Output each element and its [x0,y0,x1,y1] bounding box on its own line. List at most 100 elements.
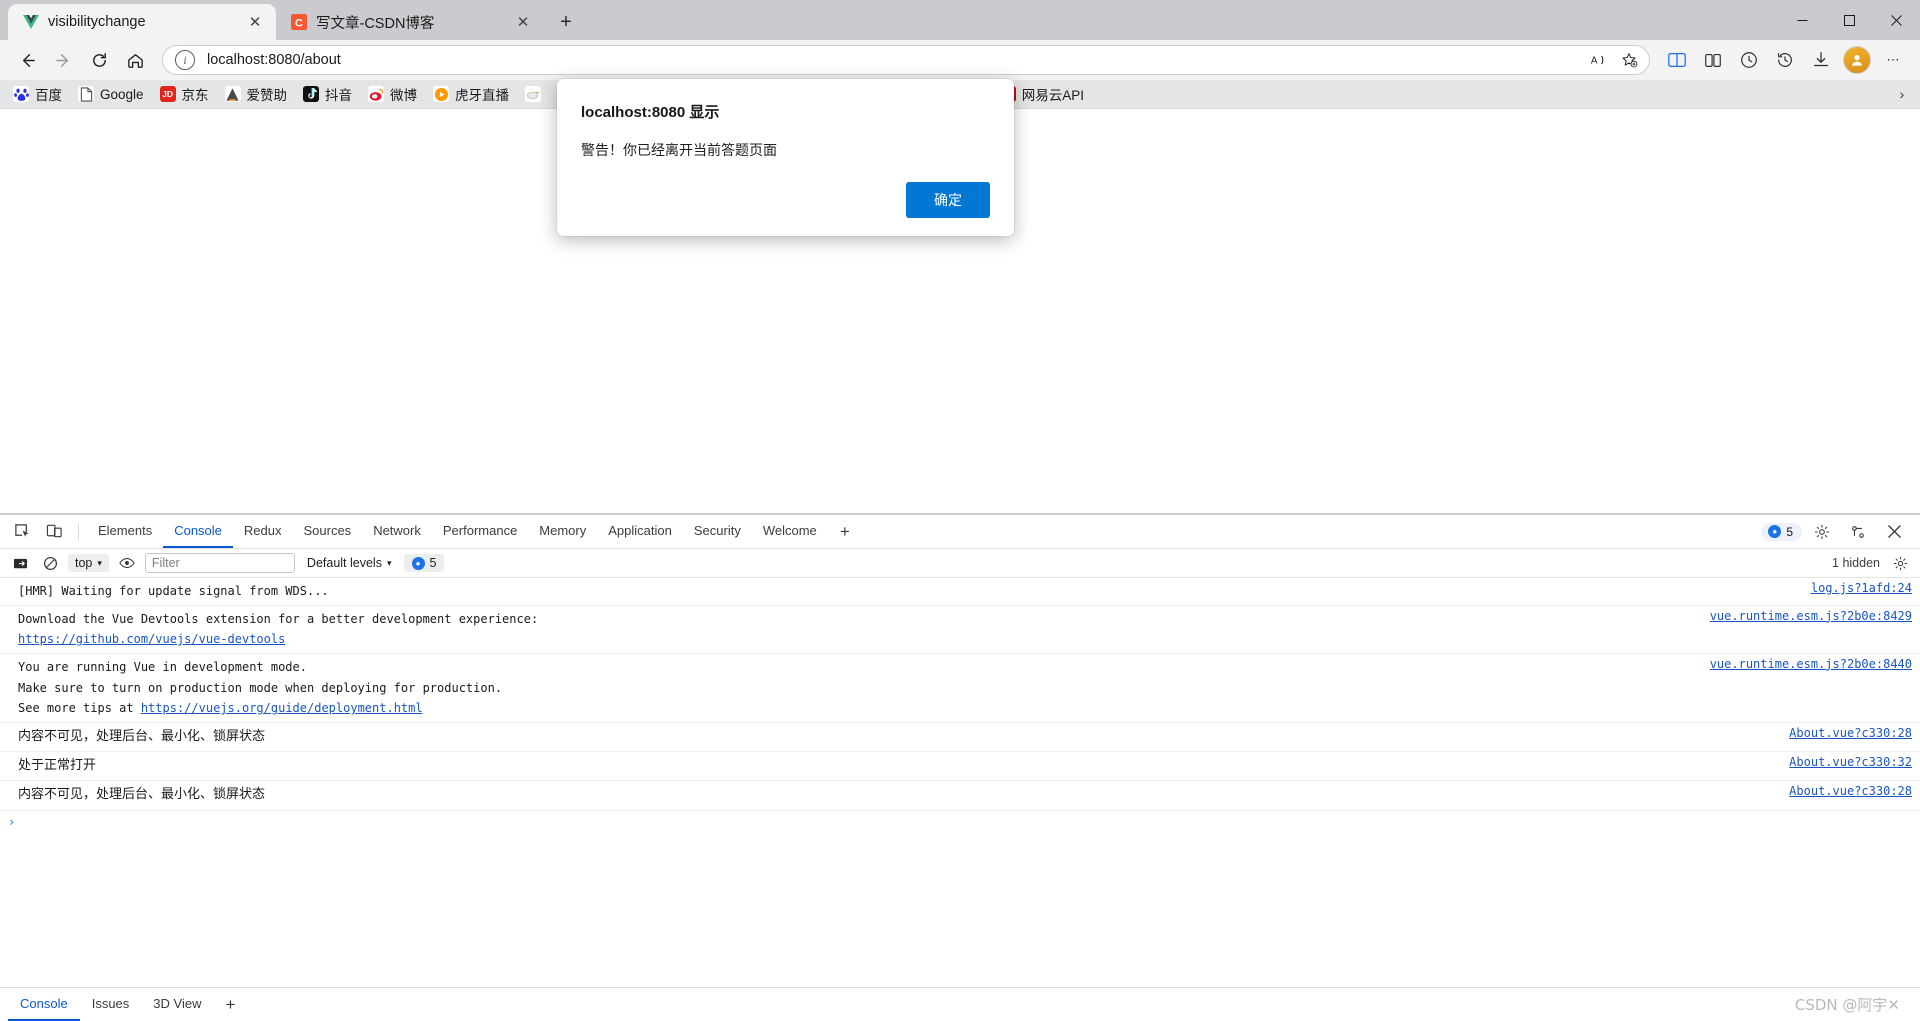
tab-elements[interactable]: Elements [87,515,163,548]
log-levels-selector[interactable]: Default levels ▾ [301,554,398,572]
tab-performance[interactable]: Performance [432,515,528,548]
drawer-tab-issues[interactable]: Issues [80,988,142,1021]
console-prompt[interactable]: › [0,811,1920,833]
browser-tab-csdn[interactable]: C 写文章-CSDN博客 ✕ [276,4,544,40]
home-icon[interactable] [118,44,152,76]
collections-icon[interactable] [1696,44,1730,76]
chevron-right-icon: › [8,814,16,829]
back-icon[interactable] [10,44,44,76]
bookmark-douyin[interactable]: 抖音 [296,81,359,107]
bookmarks-overflow-icon[interactable]: › [1890,82,1914,106]
bookmark-unknown[interactable] [518,83,554,105]
console-log-row[interactable]: You are running Vue in development mode.… [0,654,1920,723]
tab-welcome[interactable]: Welcome [752,515,828,548]
log-source-link[interactable]: About.vue?c330:28 [1789,726,1912,740]
log-message-link[interactable]: https://vuejs.org/guide/deployment.html [141,701,423,715]
console-log-row[interactable]: 内容不可见，处理后台、最小化、锁屏状态 About.vue?c330:28 [0,723,1920,753]
settings-and-more-icon[interactable]: ⋯ [1876,44,1910,76]
tab-application[interactable]: Application [597,515,683,548]
address-bar[interactable]: i localhost:8080/about A [162,45,1650,75]
tab-memory[interactable]: Memory [528,515,597,548]
bookmark-aizanzhu[interactable]: 爱赞助 [218,81,295,107]
page-icon [78,86,94,102]
unknown-icon [525,86,542,102]
log-message-link[interactable]: https://github.com/vuejs/vue-devtools [18,632,285,646]
log-source-link[interactable]: log.js?1afd:24 [1811,581,1912,595]
execution-context-selector[interactable]: top ▾ [68,554,109,572]
tab-redux[interactable]: Redux [233,515,293,548]
console-log-row[interactable]: 内容不可见，处理后台、最小化、锁屏状态 About.vue?c330:28 [0,781,1920,811]
execution-context-value: top [75,556,93,570]
drawer-tab-3d-view[interactable]: 3D View [141,988,213,1021]
huya-icon [433,86,450,102]
add-panel-button[interactable]: + [832,519,858,545]
drawer-add-tab-button[interactable]: + [217,992,243,1018]
inspect-element-icon[interactable] [8,519,36,545]
close-window-button[interactable] [1873,0,1920,40]
address-bar-url: localhost:8080/about [207,52,341,68]
close-icon[interactable]: ✕ [244,11,266,33]
new-tab-button[interactable]: + [550,6,582,38]
chevron-down-icon: ▾ [386,557,392,568]
customize-devtools-icon[interactable] [1844,519,1872,545]
log-source-link[interactable]: About.vue?c330:28 [1789,784,1912,798]
console-filter-input[interactable] [144,553,295,573]
log-message: You are running Vue in development mode.… [18,657,1696,719]
minimize-button[interactable] [1779,0,1826,40]
profile-avatar[interactable] [1840,44,1874,76]
console-message-badge[interactable]: ● 5 [403,554,445,572]
live-expression-icon[interactable] [115,552,139,574]
forward-icon[interactable] [46,44,80,76]
csdn-icon: C [290,14,307,31]
add-favorite-icon[interactable] [1615,47,1643,73]
downloads-icon[interactable] [1804,44,1838,76]
devtools-drawer: Console Issues 3D View + CSDN @阿宇✕ [0,987,1920,1021]
douyin-icon [303,86,320,102]
aizanzhu-icon [224,86,241,102]
tab-sources[interactable]: Sources [292,515,362,548]
bookmark-baidu[interactable]: 百度 [6,81,69,107]
read-aloud-icon[interactable]: A [1585,47,1613,73]
tab-security[interactable]: Security [683,515,752,548]
page-viewport: localhost:8080 显示 警告！你已经离开当前答题页面 确定 Elem… [0,79,1920,1021]
log-source-link[interactable]: vue.runtime.esm.js?2b0e:8440 [1710,657,1912,671]
bookmark-huya[interactable]: 虎牙直播 [426,81,516,107]
console-sidebar-icon[interactable] [8,552,32,574]
dialog-ok-button[interactable]: 确定 [906,182,990,218]
tab-network[interactable]: Network [362,515,432,548]
clear-console-icon[interactable] [38,552,62,574]
bookmark-google[interactable]: Google [71,83,151,105]
javascript-alert-dialog: localhost:8080 显示 警告！你已经离开当前答题页面 确定 [557,79,1014,236]
log-source-link[interactable]: About.vue?c330:32 [1789,755,1912,769]
console-settings-icon[interactable] [1888,552,1912,574]
devtools-settings-icon[interactable] [1808,519,1836,545]
close-devtools-icon[interactable] [1880,519,1908,545]
drawer-tab-console[interactable]: Console [8,988,80,1021]
console-log-row[interactable]: 处于正常打开 About.vue?c330:32 [0,752,1920,782]
web-page-content: localhost:8080 显示 警告！你已经离开当前答题页面 确定 [0,79,1920,514]
site-info-icon[interactable]: i [175,50,195,70]
bookmark-label: 百度 [35,88,62,103]
tab-strip: visibilitychange ✕ C 写文章-CSDN博客 ✕ + [0,0,1920,40]
message-count-badge[interactable]: ● 5 [1761,522,1802,541]
device-toolbar-icon[interactable] [40,519,68,545]
console-log-row[interactable]: [HMR] Waiting for update signal from WDS… [0,578,1920,606]
log-source-link[interactable]: vue.runtime.esm.js?2b0e:8429 [1710,609,1912,623]
reload-icon[interactable] [82,44,116,76]
tab-console[interactable]: Console [163,515,233,548]
split-screen-icon[interactable] [1660,44,1694,76]
console-message-list[interactable]: [HMR] Waiting for update signal from WDS… [0,578,1920,987]
weibo-icon [368,86,385,102]
console-log-row[interactable]: Download the Vue Devtools extension for … [0,606,1920,654]
close-icon[interactable]: ✕ [512,11,534,33]
log-message: 处于正常打开 [18,758,97,774]
bookmark-weibo[interactable]: 微博 [361,81,424,107]
address-bar-actions: A [1585,47,1643,73]
browser-tab-visibilitychange[interactable]: visibilitychange ✕ [8,4,276,40]
browser-essentials-icon[interactable] [1732,44,1766,76]
bookmark-label: 微博 [390,88,418,103]
bookmark-jd[interactable]: JD 京东 [153,81,216,107]
maximize-button[interactable] [1826,0,1873,40]
tab-title: 写文章-CSDN博客 [316,15,435,32]
history-icon[interactable] [1768,44,1802,76]
